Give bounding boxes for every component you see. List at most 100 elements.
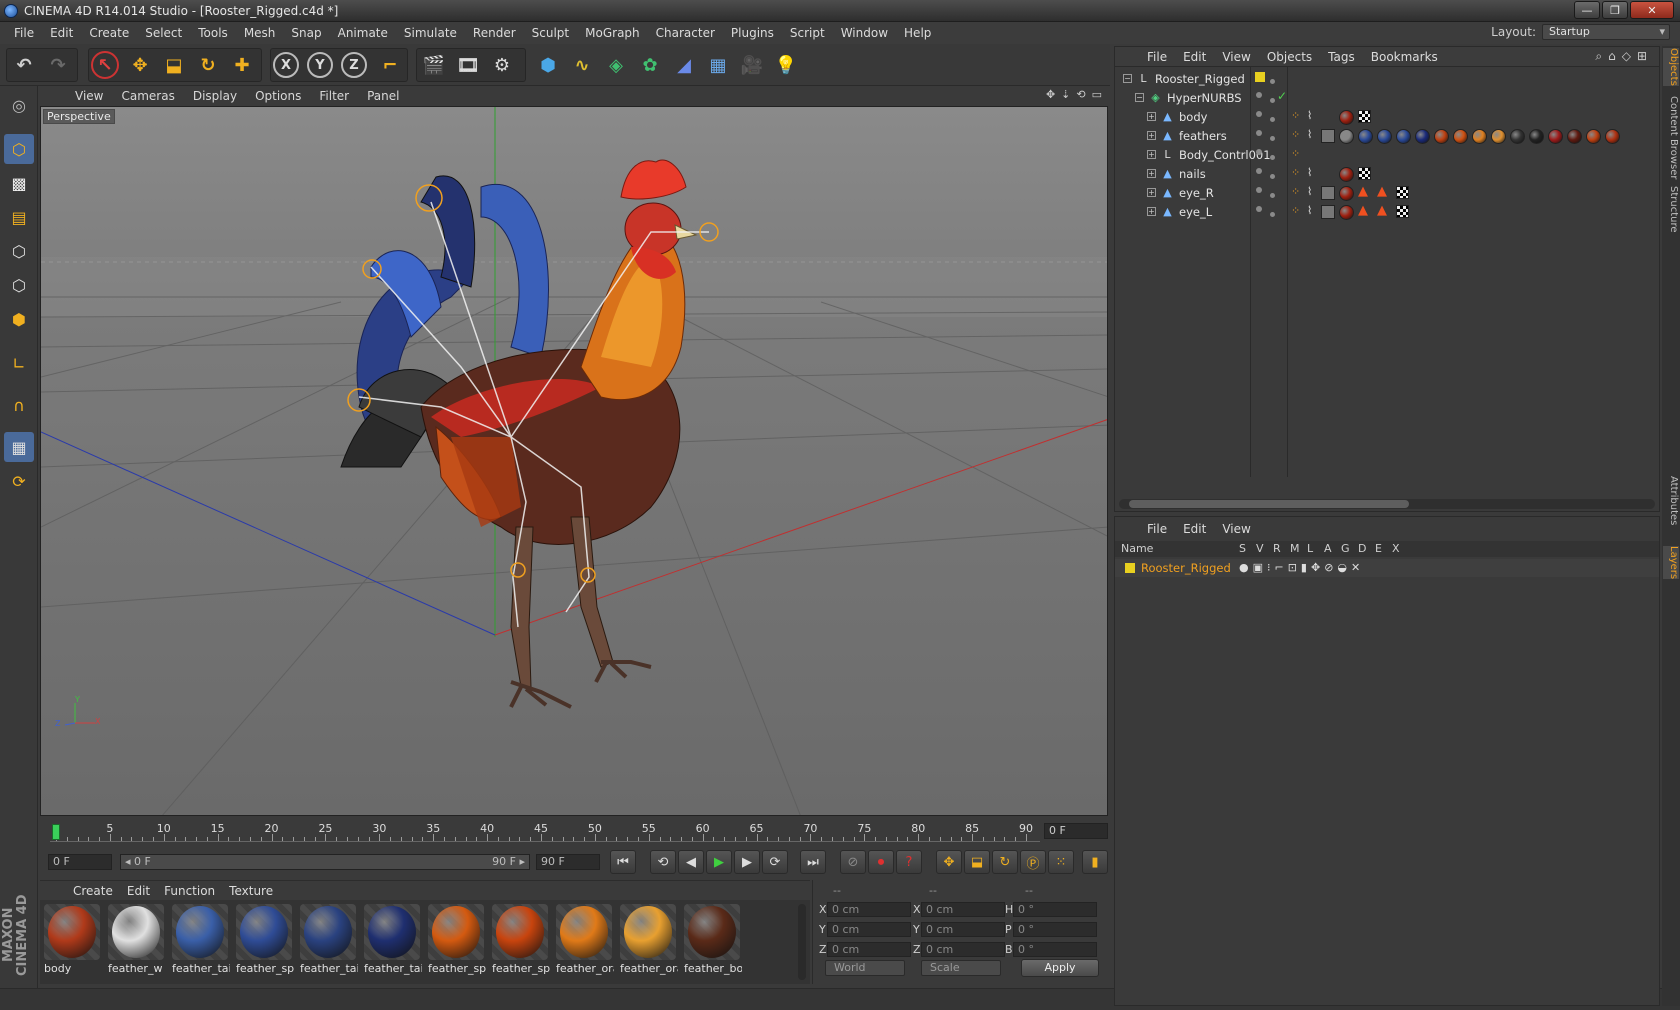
layer-menu-edit[interactable]: Edit bbox=[1175, 522, 1214, 536]
object-menu-edit[interactable]: Edit bbox=[1175, 50, 1214, 64]
texture-tag-icon[interactable] bbox=[1358, 110, 1371, 123]
selection-tag-icon[interactable]: ▲ bbox=[1377, 203, 1387, 218]
layer-menu-file[interactable]: File bbox=[1139, 522, 1175, 536]
go-to-start-icon[interactable]: ⏮ bbox=[610, 850, 636, 874]
material-tag-icon[interactable] bbox=[1510, 129, 1525, 144]
object-name[interactable]: body bbox=[1179, 110, 1207, 124]
layer-column-g[interactable]: G bbox=[1341, 542, 1350, 555]
object-name[interactable]: HyperNURBS bbox=[1167, 91, 1242, 105]
editor-visibility-dot[interactable] bbox=[1256, 187, 1262, 193]
texture-tag-icon[interactable] bbox=[1358, 167, 1371, 180]
menu-select[interactable]: Select bbox=[137, 26, 190, 40]
layer-menu-view[interactable]: View bbox=[1214, 522, 1258, 536]
render-visibility-dot[interactable] bbox=[1270, 79, 1275, 84]
material-tag-icon[interactable] bbox=[1377, 129, 1392, 144]
weight-tag-icon[interactable]: ⌇ bbox=[1307, 128, 1312, 141]
menu-tools[interactable]: Tools bbox=[190, 26, 236, 40]
playhead[interactable] bbox=[52, 824, 60, 840]
side-tab-layers[interactable]: Layers bbox=[1663, 546, 1679, 580]
material-tag-icon[interactable] bbox=[1491, 129, 1506, 144]
render-visibility-dot[interactable] bbox=[1270, 212, 1275, 217]
object-row[interactable]: + ▲ eye_R ⁘ ⌇ ▲ ▲ bbox=[1115, 183, 1661, 203]
create-object-icon[interactable]: ✚ bbox=[227, 50, 257, 80]
layer-column-e[interactable]: E bbox=[1375, 542, 1382, 555]
coord-field[interactable]: 0 cm bbox=[827, 942, 911, 957]
material-menu-texture[interactable]: Texture bbox=[222, 884, 280, 898]
play-icon[interactable]: ▶ bbox=[706, 850, 732, 874]
apply-button[interactable]: Apply bbox=[1021, 959, 1099, 977]
menu-mograph[interactable]: MoGraph bbox=[577, 26, 648, 40]
rotate-view-icon[interactable]: ⟲ bbox=[1076, 88, 1085, 101]
weight-tag-icon[interactable]: ⌇ bbox=[1307, 185, 1312, 198]
coord-field[interactable]: 0 ° bbox=[1013, 902, 1097, 917]
texture-tag-icon[interactable] bbox=[1396, 205, 1409, 218]
object-menu-file[interactable]: File bbox=[1139, 50, 1175, 64]
menu-window[interactable]: Window bbox=[833, 26, 896, 40]
coord-field[interactable]: 0 ° bbox=[1013, 922, 1097, 937]
render-visibility-dot[interactable] bbox=[1270, 117, 1275, 122]
redo-icon[interactable]: ↷ bbox=[43, 50, 73, 80]
layer-column-d[interactable]: D bbox=[1358, 542, 1366, 555]
make-editable-icon[interactable]: ◎ bbox=[4, 90, 34, 120]
menu-character[interactable]: Character bbox=[648, 26, 723, 40]
next-key-icon[interactable]: ⟳ bbox=[762, 850, 788, 874]
new-window-icon[interactable]: ⊞ bbox=[1637, 49, 1647, 64]
polygons-mode-icon[interactable]: ⬢ bbox=[4, 304, 34, 334]
timeline[interactable]: 051015202530354045505560657075808590 0 F bbox=[40, 820, 1110, 844]
material-tag-icon[interactable] bbox=[1358, 129, 1373, 144]
size-mode-dropdown[interactable]: Scale bbox=[921, 960, 1001, 976]
menu-render[interactable]: Render bbox=[465, 26, 524, 40]
coord-field[interactable]: 0 cm bbox=[921, 942, 1005, 957]
selection-tag-icon[interactable]: ▲ bbox=[1377, 184, 1387, 199]
minimize-button[interactable]: — bbox=[1574, 1, 1600, 19]
go-to-end-icon[interactable]: ⏭ bbox=[800, 850, 826, 874]
autokey-icon[interactable]: ⏺ bbox=[868, 850, 894, 874]
editor-visibility-dot[interactable] bbox=[1256, 92, 1262, 98]
cube-object-icon[interactable]: ⬢ bbox=[533, 50, 563, 80]
material-scrollbar[interactable] bbox=[798, 904, 806, 980]
start-frame-field[interactable]: 0 F bbox=[48, 854, 112, 870]
rotate-tool-icon[interactable]: ↻ bbox=[193, 50, 223, 80]
workplane-mode-icon[interactable]: ▤ bbox=[4, 202, 34, 232]
render-visibility-dot[interactable] bbox=[1270, 174, 1275, 179]
texture-tag-icon[interactable] bbox=[1396, 186, 1409, 199]
close-button[interactable]: ✕ bbox=[1630, 1, 1674, 19]
weight-tag-icon[interactable]: ⌇ bbox=[1307, 204, 1312, 217]
material-tag-icon[interactable] bbox=[1586, 129, 1601, 144]
material-swatch[interactable]: feather_spi bbox=[490, 902, 550, 978]
object-menu-tags[interactable]: Tags bbox=[1320, 50, 1363, 64]
expand-toggle-icon[interactable]: + bbox=[1147, 150, 1156, 159]
object-name[interactable]: Rooster_Rigged bbox=[1155, 72, 1245, 86]
expand-toggle-icon[interactable]: + bbox=[1147, 112, 1156, 121]
editor-visibility-dot[interactable] bbox=[1256, 206, 1262, 212]
array-icon[interactable]: ✿ bbox=[635, 50, 665, 80]
material-tag-icon[interactable] bbox=[1339, 205, 1354, 220]
material-tag-icon[interactable] bbox=[1529, 129, 1544, 144]
keyframe-selection-icon[interactable]: ? bbox=[896, 850, 922, 874]
coord-field[interactable]: 0 cm bbox=[827, 922, 911, 937]
object-menu-view[interactable]: View bbox=[1214, 50, 1258, 64]
object-menu-bookmarks[interactable]: Bookmarks bbox=[1363, 50, 1446, 64]
object-name[interactable]: eye_L bbox=[1179, 205, 1212, 219]
render-settings-icon[interactable]: ⚙ bbox=[487, 50, 517, 80]
weight-tag-icon[interactable]: ⌇ bbox=[1307, 166, 1312, 179]
viewport-menu-cameras[interactable]: Cameras bbox=[112, 89, 183, 103]
object-row[interactable]: + ▲ eye_L ⁘ ⌇ ▲ ▲ bbox=[1115, 202, 1661, 222]
material-tag-icon[interactable] bbox=[1567, 129, 1582, 144]
y-axis-lock-icon[interactable]: Y bbox=[307, 52, 333, 78]
menu-help[interactable]: Help bbox=[896, 26, 939, 40]
zoom-view-icon[interactable]: ⇣ bbox=[1061, 88, 1070, 101]
viewport-menu-panel[interactable]: Panel bbox=[358, 89, 408, 103]
key-pla-icon[interactable]: ⁙ bbox=[1048, 850, 1074, 874]
layer-column-x[interactable]: X bbox=[1392, 542, 1400, 555]
material-swatch[interactable]: feather_ora bbox=[618, 902, 678, 978]
locked-workplane-icon[interactable]: ⟳ bbox=[4, 466, 34, 496]
viewport-menu-display[interactable]: Display bbox=[184, 89, 246, 103]
material-swatch[interactable]: feather_bo bbox=[682, 902, 742, 978]
frame-range-slider[interactable]: ◂ 0 F 90 F ▸ bbox=[120, 854, 530, 870]
side-tab-content-browser[interactable]: Content Browser bbox=[1663, 96, 1679, 179]
deformer-icon[interactable]: ◢ bbox=[669, 50, 699, 80]
nurbs-icon[interactable]: ◈ bbox=[601, 50, 631, 80]
expand-toggle-icon[interactable]: + bbox=[1147, 169, 1156, 178]
object-name[interactable]: eye_R bbox=[1179, 186, 1214, 200]
